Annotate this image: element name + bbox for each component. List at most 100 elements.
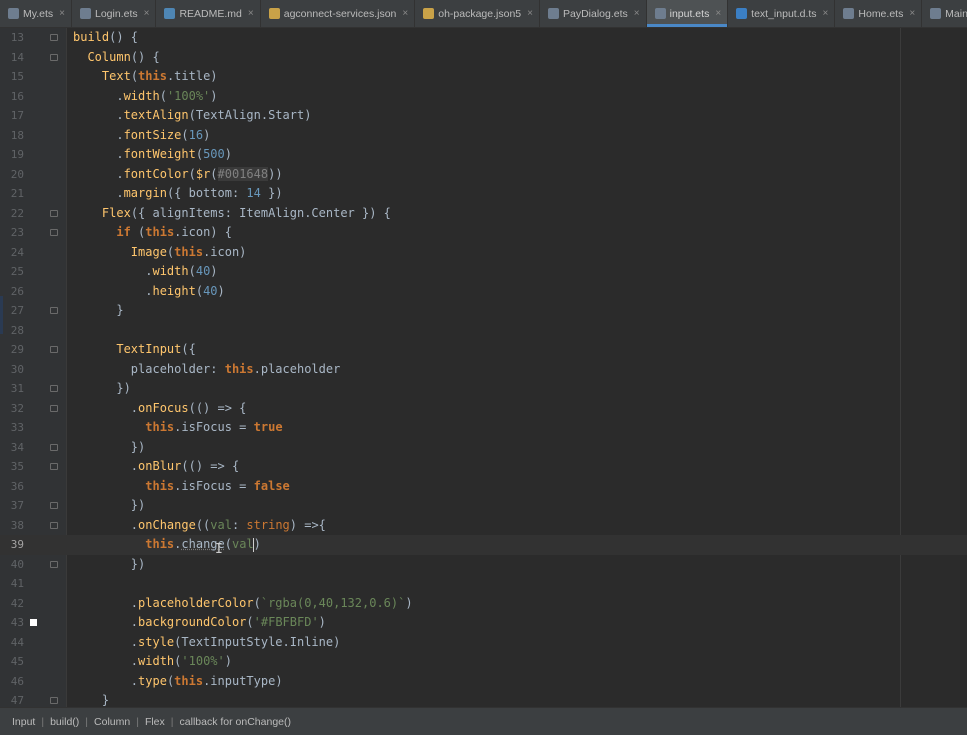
code-text[interactable]: this.change(val) xyxy=(73,535,261,555)
code-line[interactable]: 21 .margin({ bottom: 14 }) xyxy=(0,184,967,204)
close-icon[interactable]: × xyxy=(909,8,915,19)
code-line[interactable]: 23 if (this.icon) { xyxy=(0,223,967,243)
code-line[interactable]: 33 this.isFocus = true xyxy=(0,418,967,438)
tab-agconnect-services-json[interactable]: agconnect-services.json × xyxy=(261,0,416,27)
fold-marker-icon[interactable] xyxy=(50,463,58,470)
code-line[interactable]: 17 .textAlign(TextAlign.Start) xyxy=(0,106,967,126)
code-line[interactable]: 28 xyxy=(0,321,967,341)
code-text[interactable]: }) xyxy=(73,496,145,516)
code-line[interactable]: 19 .fontWeight(500) xyxy=(0,145,967,165)
fold-marker-icon[interactable] xyxy=(50,209,58,217)
code-text[interactable]: .style(TextInputStyle.Inline) xyxy=(73,633,341,653)
code-line[interactable]: 16 .width('100%') xyxy=(0,87,967,107)
code-text[interactable]: .height(40) xyxy=(73,282,225,302)
code-line[interactable]: 15 Text(this.title) xyxy=(0,67,967,87)
tab-login-ets[interactable]: Login.ets × xyxy=(72,0,157,27)
fold-marker-icon[interactable] xyxy=(50,443,58,451)
code-text[interactable]: Image(this.icon) xyxy=(73,243,247,263)
tab-oh-package-json5[interactable]: oh-package.json5 × xyxy=(415,0,540,27)
code-text[interactable]: .backgroundColor('#FBFBFD') xyxy=(73,613,326,633)
close-icon[interactable]: × xyxy=(823,8,829,19)
code-line[interactable]: 13 build() { xyxy=(0,28,967,48)
close-icon[interactable]: × xyxy=(527,8,533,19)
code-text[interactable]: }) xyxy=(73,379,130,399)
tab-my-ets[interactable]: My.ets × xyxy=(0,0,72,27)
code-line[interactable]: 41 xyxy=(0,574,967,594)
fold-marker-icon[interactable] xyxy=(50,53,58,61)
code-text[interactable]: placeholder: this.placeholder xyxy=(73,360,341,380)
breadcrumb-item[interactable]: Flex xyxy=(145,716,165,728)
tab-text-input-d-ts[interactable]: text_input.d.ts × xyxy=(728,0,836,27)
close-icon[interactable]: × xyxy=(715,8,721,19)
code-line[interactable]: 18 .fontSize(16) xyxy=(0,126,967,146)
code-line[interactable]: 24 Image(this.icon) xyxy=(0,243,967,263)
code-line[interactable]: 35 .onBlur(() => { xyxy=(0,457,967,477)
tab-home-ets[interactable]: Home.ets × xyxy=(835,0,923,27)
close-icon[interactable]: × xyxy=(59,8,65,19)
fold-marker-icon[interactable] xyxy=(50,385,58,392)
code-line[interactable]: 25 .width(40) xyxy=(0,262,967,282)
fold-marker-icon[interactable] xyxy=(50,34,58,41)
code-line[interactable]: 47 } xyxy=(0,691,967,707)
breadcrumb-item[interactable]: build() xyxy=(50,716,79,728)
close-icon[interactable]: × xyxy=(144,8,150,19)
code-text[interactable]: } xyxy=(73,691,109,707)
code-line[interactable]: 34 }) xyxy=(0,438,967,458)
fold-marker-icon[interactable] xyxy=(50,502,58,509)
fold-marker-icon[interactable] xyxy=(50,307,58,314)
code-line[interactable]: 37 }) xyxy=(0,496,967,516)
code-line[interactable]: 42 .placeholderColor(`rgba(0,40,132,0.6)… xyxy=(0,594,967,614)
fold-marker-icon[interactable] xyxy=(50,560,58,568)
code-text[interactable]: Flex({ alignItems: ItemAlign.Center }) { xyxy=(73,204,391,224)
code-text[interactable]: .fontWeight(500) xyxy=(73,145,232,165)
code-line[interactable]: 39 this.change(val) xyxy=(0,535,967,555)
code-line[interactable]: 45 .width('100%') xyxy=(0,652,967,672)
code-line[interactable]: 29 TextInput({ xyxy=(0,340,967,360)
code-line[interactable]: 20 .fontColor($r(#001648)) xyxy=(0,165,967,185)
code-line[interactable]: 40 }) xyxy=(0,555,967,575)
code-line[interactable]: 38 .onChange((val: string) =>{ xyxy=(0,516,967,536)
code-text[interactable]: .placeholderColor(`rgba(0,40,132,0.6)`) xyxy=(73,594,413,614)
code-line[interactable]: 22 Flex({ alignItems: ItemAlign.Center }… xyxy=(0,204,967,224)
code-line[interactable]: 27 } xyxy=(0,301,967,321)
fold-marker-icon[interactable] xyxy=(50,346,58,353)
breadcrumb-item[interactable]: Input xyxy=(12,716,35,728)
code-text[interactable]: .type(this.inputType) xyxy=(73,672,283,692)
code-text[interactable]: }) xyxy=(73,555,145,575)
fold-marker-icon[interactable] xyxy=(50,521,58,529)
code-text[interactable]: .onChange((val: string) =>{ xyxy=(73,516,326,536)
code-text[interactable]: Text(this.title) xyxy=(73,67,218,87)
tab-readme-md[interactable]: README.md × xyxy=(156,0,261,27)
tab-paydialog-ets[interactable]: PayDialog.ets × xyxy=(540,0,647,27)
code-line[interactable]: 26 .height(40) xyxy=(0,282,967,302)
code-text[interactable]: .width('100%') xyxy=(73,652,232,672)
code-text[interactable]: } xyxy=(73,301,123,321)
fold-marker-icon[interactable] xyxy=(50,404,58,412)
code-text[interactable]: if (this.icon) { xyxy=(73,223,232,243)
code-text[interactable]: .margin({ bottom: 14 }) xyxy=(73,184,282,204)
fold-marker-icon[interactable] xyxy=(50,697,58,704)
code-text[interactable]: this.isFocus = true xyxy=(73,418,282,438)
code-line[interactable]: 43 .backgroundColor('#FBFBFD') xyxy=(0,613,967,633)
code-text[interactable]: Column() { xyxy=(73,48,159,68)
breadcrumb-item[interactable]: callback for onChange() xyxy=(180,716,291,728)
close-icon[interactable]: × xyxy=(402,8,408,19)
code-text[interactable]: build() { xyxy=(73,28,138,48)
code-line[interactable]: 30 placeholder: this.placeholder xyxy=(0,360,967,380)
code-text[interactable]: .width(40) xyxy=(73,262,217,282)
code-text[interactable]: .fontSize(16) xyxy=(73,126,210,146)
code-text[interactable]: this.isFocus = false xyxy=(73,477,290,497)
code-text[interactable]: .onBlur(() => { xyxy=(73,457,239,477)
code-text[interactable]: .width('100%') xyxy=(73,87,217,107)
code-line[interactable]: 14 Column() { xyxy=(0,48,967,68)
tab-mainpage-ets[interactable]: MainPage.ets× xyxy=(922,0,967,27)
breadcrumb-item[interactable]: Column xyxy=(94,716,130,728)
fold-marker-icon[interactable] xyxy=(50,229,58,236)
code-editor[interactable]: 13 build() {14 Column() {15 Text(this.tit… xyxy=(0,28,967,707)
code-text[interactable]: .onFocus(() => { xyxy=(73,399,247,419)
code-text[interactable]: .fontColor($r(#001648)) xyxy=(73,165,283,185)
code-text[interactable]: .textAlign(TextAlign.Start) xyxy=(73,106,311,126)
code-line[interactable]: 32 .onFocus(() => { xyxy=(0,399,967,419)
close-icon[interactable]: × xyxy=(634,8,640,19)
code-text[interactable]: TextInput({ xyxy=(73,340,195,360)
